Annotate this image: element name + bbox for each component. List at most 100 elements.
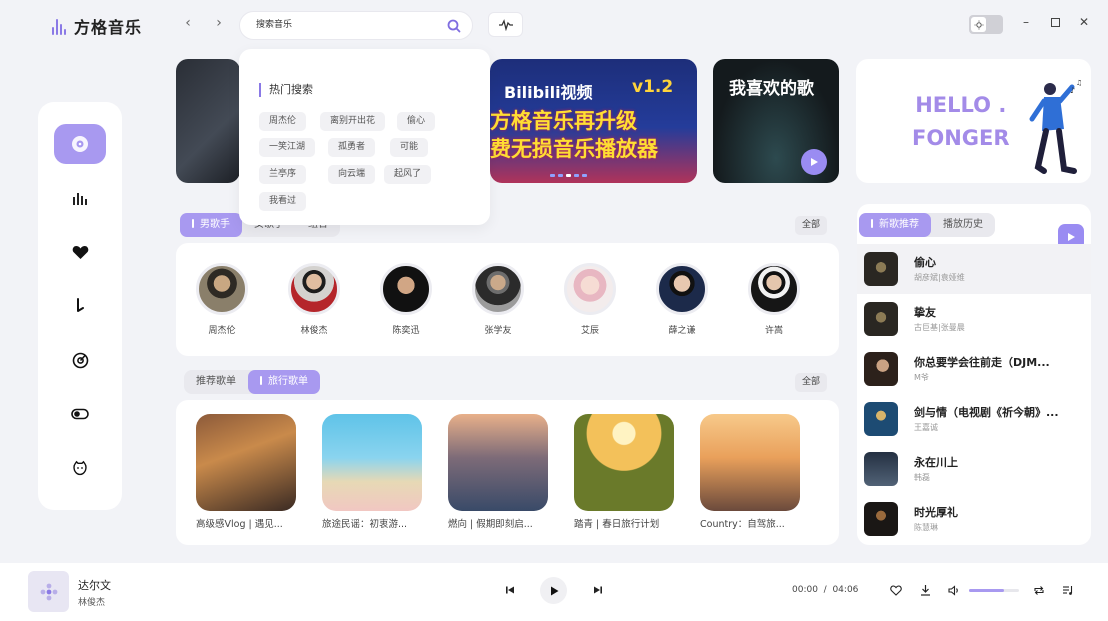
tab-recommended-playlists[interactable]: 推荐歌单 xyxy=(184,370,248,394)
hot-search-tag[interactable]: 一笑江湖 xyxy=(259,138,316,157)
hot-search-tag[interactable]: 离别开出花 xyxy=(320,112,386,131)
avatar xyxy=(656,263,708,315)
song-row[interactable]: 剑与情（电视剧《祈今朝》... 王嘉诚 xyxy=(857,394,1091,444)
song-artist: M爷 xyxy=(914,373,929,382)
minimize-icon[interactable]: – xyxy=(1018,14,1034,30)
singer-name: 艾辰 xyxy=(580,326,599,336)
playlist-cover xyxy=(196,414,296,511)
tab-play-history[interactable]: 播放历史 xyxy=(931,213,995,237)
singer-name: 许嵩 xyxy=(764,326,783,336)
search-input[interactable] xyxy=(256,18,436,28)
volume-icon[interactable] xyxy=(946,582,962,598)
previous-track-icon[interactable] xyxy=(502,582,518,598)
close-icon[interactable]: ✕ xyxy=(1076,14,1092,30)
tab-new-songs[interactable]: 新歌推荐 xyxy=(859,213,931,237)
singer-card[interactable]: 薛之谦 xyxy=(652,263,712,336)
download-icon[interactable] xyxy=(917,582,933,598)
search-icon[interactable] xyxy=(446,18,462,34)
song-title: 永在川上 xyxy=(914,456,958,469)
playlist-cover xyxy=(322,414,422,511)
song-row[interactable]: 偷心 胡彦斌|袁娅维 xyxy=(857,244,1091,294)
song-row[interactable]: 挚友 古巨基|张曼晨 xyxy=(857,294,1091,344)
promo-title: Bilibili视频 xyxy=(504,83,593,102)
sidebar-item-profile[interactable] xyxy=(54,448,106,488)
playlist-card[interactable]: 燃向 | 假期即刻启... xyxy=(448,414,548,530)
play-favorites-button[interactable] xyxy=(801,149,827,175)
playlist-card[interactable]: 踏青 | 春日旅行计划 xyxy=(574,414,674,530)
hello-text: HELLO . FONGER xyxy=(912,89,1010,155)
like-heart-icon[interactable] xyxy=(888,582,904,598)
song-cover xyxy=(864,452,898,486)
repeat-icon[interactable] xyxy=(1031,582,1047,598)
singers-all-button[interactable]: 全部 xyxy=(795,216,828,235)
avatar xyxy=(472,263,524,315)
svg-text:♪: ♪ xyxy=(1070,86,1075,95)
song-artist: 胡彦斌|袁娅维 xyxy=(914,273,965,282)
current-time: 00:00 xyxy=(792,585,818,595)
promo-version: v1.2 xyxy=(632,77,674,97)
song-title: 剑与情（电视剧《祈今朝》... xyxy=(914,406,1059,419)
volume-slider[interactable] xyxy=(969,589,1019,592)
playlist-card[interactable]: Country：自驾旅... xyxy=(700,414,800,530)
search-bar xyxy=(239,11,473,40)
sidebar-item-charts[interactable] xyxy=(54,178,106,218)
heart-icon xyxy=(72,245,88,259)
banner-partial[interactable] xyxy=(176,59,240,183)
song-artist: 陈慧琳 xyxy=(914,523,938,532)
playlist-card[interactable]: 旅途民谣：初衷游... xyxy=(322,414,422,530)
avatar xyxy=(564,263,616,315)
song-row[interactable]: 永在川上 韩磊 xyxy=(857,444,1091,494)
singer-card[interactable]: 周杰伦 xyxy=(192,263,252,336)
hot-search-title: 热门搜索 xyxy=(259,83,313,97)
song-cover xyxy=(864,402,898,436)
singer-card[interactable]: 许嵩 xyxy=(744,263,804,336)
time-separator: / xyxy=(823,585,827,595)
song-row[interactable]: 你总要学会往前走（DJM... M爷 xyxy=(857,344,1091,394)
next-track-icon[interactable] xyxy=(590,582,606,598)
now-playing-artist: 林俊杰 xyxy=(78,598,106,608)
volume-level xyxy=(969,589,1004,592)
playlist-card[interactable]: 高级感Vlog | 遇见... xyxy=(196,414,296,530)
hot-search-tag[interactable]: 可能 xyxy=(390,138,429,157)
hot-search-tag[interactable]: 周杰伦 xyxy=(259,112,307,131)
play-pause-button[interactable] xyxy=(540,577,567,604)
avatar xyxy=(196,263,248,315)
banner-hello[interactable]: HELLO . FONGER ♪ ♫ xyxy=(856,59,1091,183)
now-playing-cover[interactable] xyxy=(28,571,69,612)
hot-search-tag[interactable]: 起风了 xyxy=(384,165,432,184)
playlist-queue-icon[interactable] xyxy=(1060,582,1076,598)
singer-card[interactable]: 林俊杰 xyxy=(284,263,344,336)
sidebar-item-radio[interactable] xyxy=(54,340,106,380)
song-title: 挚友 xyxy=(914,306,936,319)
singer-card[interactable]: 艾辰 xyxy=(560,263,620,336)
maximize-icon[interactable] xyxy=(1047,14,1063,30)
hot-search-tag[interactable]: 向云端 xyxy=(328,165,376,184)
playlists-all-button[interactable]: 全部 xyxy=(795,373,828,392)
playlist-name: 高级感Vlog | 遇见... xyxy=(196,519,283,530)
playback-time: 00:00 / 04:06 xyxy=(792,585,858,595)
tab-male-singers[interactable]: 男歌手 xyxy=(180,213,242,237)
tab-travel-playlists[interactable]: 旅行歌单 xyxy=(248,370,320,394)
sidebar-item-settings[interactable] xyxy=(54,394,106,434)
song-row[interactable]: 时光厚礼 陈慧琳 xyxy=(857,494,1091,544)
forward-arrow-icon[interactable]: › xyxy=(211,15,227,31)
singer-card[interactable]: 张学友 xyxy=(468,263,528,336)
avatar xyxy=(288,263,340,315)
sidebar-item-favorites[interactable] xyxy=(54,232,106,272)
singer-card[interactable]: 陈奕迅 xyxy=(376,263,436,336)
playlist-tabs: 推荐歌单 旅行歌单 xyxy=(184,370,320,394)
banner-promo[interactable]: Bilibili视频 v1.2 方格音乐再升级 费无损音乐播放器 xyxy=(490,59,697,183)
playlist-name: 旅途民谣：初衷游... xyxy=(322,519,408,530)
hot-search-tag[interactable]: 偷心 xyxy=(397,112,436,131)
back-arrow-icon[interactable]: ‹ xyxy=(180,15,196,31)
sidebar-item-downloads[interactable] xyxy=(54,286,106,326)
banner-favorites[interactable]: 我喜欢的歌 xyxy=(713,59,839,183)
hot-search-tag[interactable]: 兰亭序 xyxy=(259,165,307,184)
hot-search-tag[interactable]: 我看过 xyxy=(259,192,307,211)
theme-toggle[interactable] xyxy=(969,15,1003,34)
voice-search-button[interactable] xyxy=(488,12,523,37)
sidebar-item-discover[interactable] xyxy=(54,124,106,164)
song-title: 你总要学会往前走（DJM... xyxy=(914,356,1050,369)
disc-icon xyxy=(72,136,88,152)
hot-search-tag[interactable]: 孤勇者 xyxy=(328,138,376,157)
